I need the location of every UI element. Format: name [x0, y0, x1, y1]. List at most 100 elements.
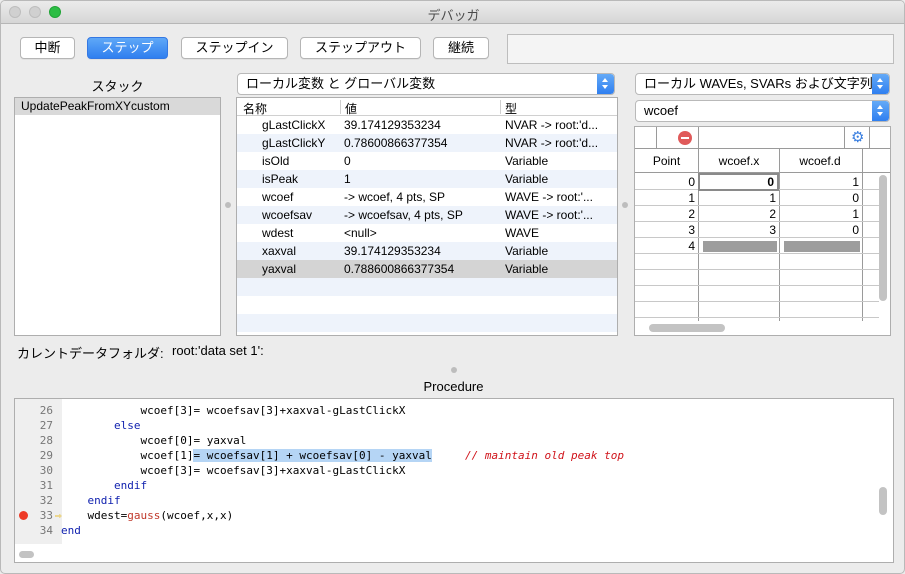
variable-type: Variable [505, 262, 549, 276]
wave-horizontal-scrollbar[interactable] [649, 324, 725, 332]
row-rule [635, 269, 879, 270]
variable-row[interactable]: wdest <null> WAVE [237, 224, 617, 242]
variable-row[interactable]: isOld 0 Variable [237, 152, 617, 170]
row-rule [635, 285, 879, 286]
code-line[interactable]: 33 ⇨ wdest=gauss(wcoef,x,x) [15, 508, 875, 523]
code-horizontal-scrollbar[interactable] [19, 551, 34, 558]
variable-value: 0.78600866377354 [344, 136, 448, 150]
column-header-type[interactable]: 型 [505, 100, 517, 117]
wave-value-cell[interactable]: 1 [726, 190, 776, 206]
step-button[interactable]: ステップ [87, 37, 168, 59]
wave-vertical-scrollbar[interactable] [879, 175, 887, 301]
variable-row[interactable]: wcoefsav -> wcoefsav, 4 pts, SP WAVE -> ro… [237, 206, 617, 224]
variable-value: -> wcoefsav, 4 pts, SP [344, 208, 463, 222]
current-folder-label: カレントデータフォルダ: [17, 346, 164, 361]
code-function: gauss [127, 509, 161, 522]
variable-row[interactable]: wcoef -> wcoef, 4 pts, SP WAVE -> root:'..… [237, 188, 617, 206]
code-highlight: = wcoefsav[1] + wcoefsav[0] - yaxval [193, 449, 432, 462]
variable-scope-popup[interactable]: ローカル変数 と グローバル変数 [237, 73, 615, 95]
variable-name: xaxval [262, 244, 297, 258]
wave-table-toolbar: ⚙ [635, 127, 890, 149]
wave-type-popup[interactable]: ローカル WAVEs, SVARs および文字列 [635, 73, 890, 95]
point-index-cell: 2 [688, 207, 695, 221]
column-header-value[interactable]: 値 [345, 100, 357, 117]
code-line[interactable]: 32 endif [15, 493, 875, 508]
point-index-cell: 3 [688, 223, 695, 237]
wave-type-label: ローカル WAVEs, SVARs および文字列 [644, 76, 873, 91]
line-number: 30 [39, 464, 53, 477]
step-in-button[interactable]: ステップイン [181, 37, 288, 59]
wave-value-cell[interactable]: 0 [809, 222, 859, 238]
wave-value-cell[interactable]: 1 [809, 174, 859, 190]
variable-row[interactable]: gLastClickX 39.174129353234 NVAR -> root:'… [237, 116, 617, 134]
variable-value: 39.174129353234 [344, 244, 441, 258]
variable-type: Variable [505, 244, 549, 258]
code-line[interactable]: 28 wcoef[0]= yaxval [15, 433, 875, 448]
breakpoint-icon[interactable] [19, 511, 28, 520]
variable-row[interactable]: gLastClickY 0.78600866377354 NVAR -> root:… [237, 134, 617, 152]
code-keyword: endif [113, 479, 148, 492]
variable-value: 0 [344, 154, 351, 168]
no-entry-icon[interactable] [678, 131, 692, 145]
procedure-code-view[interactable]: 26 wcoef[3]= wcoefsav[3]+xaxval-gLastCli… [14, 398, 894, 563]
splitter-grip[interactable] [622, 202, 628, 208]
variable-row-empty [237, 296, 617, 314]
variables-table[interactable]: 名称 値 型 gLastClickX 39.174129353234 NVAR ->… [236, 97, 618, 336]
code-line[interactable]: 30 wcoef[3]= wcoefsav[3]+xaxval-gLastCli… [15, 463, 875, 478]
step-out-button[interactable]: ステップアウト [300, 37, 421, 59]
line-number: 32 [39, 494, 53, 507]
code-line[interactable]: 27 else [15, 418, 875, 433]
line-number: 27 [39, 419, 53, 432]
wave-column-header-x[interactable]: wcoef.x [699, 154, 779, 168]
new-point-cell[interactable] [784, 241, 860, 252]
wave-value-cell[interactable]: 0 [698, 173, 779, 191]
wave-value-cell[interactable]: 2 [726, 206, 776, 222]
column-header-name[interactable]: 名称 [243, 100, 267, 117]
variable-row[interactable]: yaxval 0.788600866377354 Variable [237, 260, 617, 278]
variable-row[interactable]: isPeak 1 Variable [237, 170, 617, 188]
splitter-grip[interactable] [225, 202, 231, 208]
code-token: (wcoef,x,x) [160, 509, 234, 522]
wave-column-header-point[interactable]: Point [635, 154, 698, 168]
column-divider[interactable] [500, 100, 501, 114]
wave-value-cell[interactable]: 0 [809, 190, 859, 206]
variable-value: <null> [344, 226, 377, 240]
variable-name: wcoef [262, 190, 294, 204]
wave-table[interactable]: ⚙ Point wcoef.x wcoef.d 0011102213304 [634, 126, 891, 336]
splitter-grip[interactable] [451, 367, 457, 373]
point-index-cell: 4 [688, 239, 695, 253]
stack-title: スタック [91, 79, 144, 94]
variable-scope-label: ローカル変数 と グローバル変数 [246, 76, 436, 91]
code-text: endif [61, 478, 147, 493]
column-divider[interactable] [340, 100, 341, 114]
variable-row[interactable]: xaxval 39.174129353234 Variable [237, 242, 617, 260]
row-rule [635, 301, 879, 302]
variables-rows: gLastClickX 39.174129353234 NVAR -> root:'… [237, 116, 617, 332]
gear-icon[interactable]: ⚙ [851, 129, 864, 146]
new-point-cell[interactable] [703, 241, 777, 252]
code-text: end [61, 523, 81, 538]
code-keyword: end [61, 524, 81, 537]
code-line[interactable]: 34 end [15, 523, 875, 538]
code-token: wcoef[1] [61, 449, 194, 462]
break-button[interactable]: 中断 [20, 37, 75, 59]
cell-divider [869, 127, 870, 149]
stack-item[interactable]: UpdatePeakFromXYcustom [15, 98, 220, 115]
wave-select-popup[interactable]: wcoef [635, 100, 890, 122]
code-token: wcoef[3]= wcoefsav[3]+xaxval-gLastClickX [61, 464, 406, 477]
variable-type: NVAR -> root:'d... [505, 136, 599, 150]
code-line[interactable]: 29 wcoef[1]= wcoefsav[1] + wcoefsav[0] -… [15, 448, 875, 463]
wave-value-cell[interactable]: 1 [809, 206, 859, 222]
code-vertical-scrollbar[interactable] [879, 487, 887, 515]
variable-row-empty [237, 314, 617, 332]
cell-divider [844, 127, 845, 149]
continue-button[interactable]: 継続 [433, 37, 489, 59]
wave-column-header-d[interactable]: wcoef.d [780, 154, 860, 168]
cell-divider [656, 127, 657, 149]
code-line[interactable]: 26 wcoef[3]= wcoefsav[3]+xaxval-gLastCli… [15, 403, 875, 418]
wave-value-cell[interactable]: 3 [726, 222, 776, 238]
variable-name: yaxval [262, 262, 297, 276]
code-line[interactable]: 31 endif [15, 478, 875, 493]
stack-list[interactable]: UpdatePeakFromXYcustom [14, 97, 221, 336]
